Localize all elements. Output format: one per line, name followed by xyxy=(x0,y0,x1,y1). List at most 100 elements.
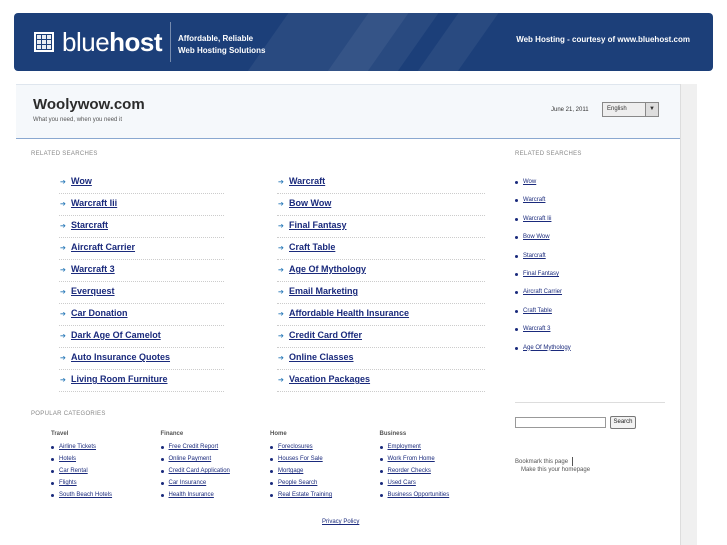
category-link[interactable]: Online Payment xyxy=(169,456,212,462)
arrow-right-icon: ➔ xyxy=(278,355,284,362)
related-search-item[interactable]: ➔ Affordable Health Insurance xyxy=(277,304,485,326)
related-search-item[interactable]: ➔ Craft Table xyxy=(277,238,485,260)
related-search-item[interactable]: ➔ Warcraft xyxy=(277,172,485,194)
sidebar-search-link[interactable]: Warcraft 3 xyxy=(523,326,550,332)
related-search-link[interactable]: Credit Card Offer xyxy=(289,330,362,340)
related-search-item[interactable]: ➔ Email Marketing xyxy=(277,282,485,304)
related-search-link[interactable]: Living Room Furniture xyxy=(71,374,168,384)
related-search-item[interactable]: ➔ Final Fantasy xyxy=(277,216,485,238)
related-search-link[interactable]: Final Fantasy xyxy=(289,220,347,230)
dropdown-arrow-icon[interactable]: ▼ xyxy=(645,103,658,116)
arrow-right-icon: ➔ xyxy=(60,201,66,208)
sidebar-search-link[interactable]: Warcraft xyxy=(523,197,545,203)
related-search-item[interactable]: ➔ Starcraft xyxy=(59,216,224,238)
arrow-right-icon: ➔ xyxy=(60,333,66,340)
related-search-link[interactable]: Vacation Packages xyxy=(289,374,370,384)
related-search-item[interactable]: ➔ Credit Card Offer xyxy=(277,326,485,348)
related-search-link[interactable]: Age Of Mythology xyxy=(289,264,366,274)
related-search-item[interactable]: ➔ Living Room Furniture xyxy=(59,370,224,392)
related-search-item[interactable]: ➔ Aircraft Carrier xyxy=(59,238,224,260)
search-input[interactable] xyxy=(515,417,606,428)
related-search-link[interactable]: Auto Insurance Quotes xyxy=(71,352,170,362)
related-search-item[interactable]: ➔ Dark Age Of Camelot xyxy=(59,326,224,348)
related-searches-heading: RELATED SEARCHES xyxy=(31,151,98,157)
category-link[interactable]: People Search xyxy=(278,480,317,486)
category-link[interactable]: Free Credit Report xyxy=(169,444,219,450)
related-search-link[interactable]: Starcraft xyxy=(71,220,108,230)
category-link[interactable]: South Beach Hotels xyxy=(59,492,112,498)
bullet-icon xyxy=(270,494,273,497)
search-button[interactable]: Search xyxy=(610,416,636,429)
sidebar-search-link[interactable]: Bow Wow xyxy=(523,234,550,240)
category-link[interactable]: Car Insurance xyxy=(169,480,207,486)
category-link[interactable]: Hotels xyxy=(59,456,76,462)
arrow-right-icon: ➔ xyxy=(60,311,66,318)
bookmark-link[interactable]: Bookmark this page xyxy=(515,457,574,466)
sidebar-divider xyxy=(515,402,665,403)
sidebar-search-link[interactable]: Aircraft Carrier xyxy=(523,289,562,295)
related-search-item[interactable]: ➔ Warcraft 3 xyxy=(59,260,224,282)
category-link[interactable]: Work From Home xyxy=(388,456,435,462)
homepage-link[interactable]: Make this your homepage xyxy=(521,467,590,473)
related-search-link[interactable]: Wow xyxy=(71,176,92,186)
category-link[interactable]: Used Cars xyxy=(388,480,416,486)
arrow-right-icon: ➔ xyxy=(60,377,66,384)
category-link[interactable]: Business Opportunities xyxy=(388,492,450,498)
scrollbar[interactable] xyxy=(680,84,697,545)
sidebar-heading: RELATED SEARCHES xyxy=(515,151,582,157)
related-search-link[interactable]: Everquest xyxy=(71,286,115,296)
bullet-icon xyxy=(160,446,164,449)
related-search-item[interactable]: ➔ Vacation Packages xyxy=(277,370,485,392)
sidebar-search-link[interactable]: Starcraft xyxy=(523,253,546,259)
category-link[interactable]: Real Estate Training xyxy=(278,492,332,498)
related-search-link[interactable]: Warcraft xyxy=(289,176,325,186)
arrow-right-icon: ➔ xyxy=(278,289,284,296)
category-link[interactable]: Mortgage xyxy=(278,468,303,474)
related-search-link[interactable]: Car Donation xyxy=(71,308,128,318)
related-search-link[interactable]: Warcraft Iii xyxy=(71,198,117,208)
date-label: June 21, 2011 xyxy=(551,107,589,113)
related-search-link[interactable]: Bow Wow xyxy=(289,198,331,208)
sidebar-search-link[interactable]: Warcraft Iii xyxy=(523,216,551,222)
logo-divider xyxy=(170,22,171,62)
related-search-item[interactable]: ➔ Age Of Mythology xyxy=(277,260,485,282)
category-link[interactable]: Reorder Checks xyxy=(388,468,431,474)
category-link[interactable]: Houses For Sale xyxy=(278,456,323,462)
related-search-link[interactable]: Email Marketing xyxy=(289,286,358,296)
related-search-link[interactable]: Warcraft 3 xyxy=(71,264,115,274)
related-search-item[interactable]: ➔ Online Classes xyxy=(277,348,485,370)
category-link[interactable]: Flights xyxy=(59,480,77,486)
related-search-item[interactable]: ➔ Warcraft Iii xyxy=(59,194,224,216)
bullet-icon xyxy=(51,494,54,497)
related-search-link[interactable]: Dark Age Of Camelot xyxy=(71,330,161,340)
category-link[interactable]: Employment xyxy=(388,444,421,450)
privacy-policy-link[interactable]: Privacy Policy xyxy=(322,519,359,525)
related-search-item[interactable]: ➔ Auto Insurance Quotes xyxy=(59,348,224,370)
category-link[interactable]: Airline Tickets xyxy=(59,444,96,450)
related-search-item[interactable]: ➔ Bow Wow xyxy=(277,194,485,216)
related-search-link[interactable]: Craft Table xyxy=(289,242,335,252)
related-search-item[interactable]: ➔ Car Donation xyxy=(59,304,224,326)
sidebar-search-link[interactable]: Age Of Mythology xyxy=(523,345,571,351)
sidebar-search-link[interactable]: Final Fantasy xyxy=(523,271,559,277)
category-link[interactable]: Foreclosures xyxy=(278,444,313,450)
category-link[interactable]: Car Rental xyxy=(59,468,88,474)
bullet-icon xyxy=(515,236,518,240)
category-link[interactable]: Health Insurance xyxy=(169,492,214,498)
related-search-link[interactable]: Aircraft Carrier xyxy=(71,242,135,252)
parked-page: Woolywow.com What you need, when you nee… xyxy=(16,84,680,545)
sidebar-search-link[interactable]: Wow xyxy=(523,179,536,185)
site-subtitle: What you need, when you need it xyxy=(33,117,123,123)
category-title: Home xyxy=(270,431,287,437)
category-link[interactable]: Credit Card Application xyxy=(169,468,230,474)
bluehost-banner[interactable]: bluehost Affordable, Reliable Web Hostin… xyxy=(14,13,713,71)
category-title: Finance xyxy=(160,431,184,437)
bluehost-logo[interactable]: bluehost xyxy=(34,28,163,56)
related-search-item[interactable]: ➔ Everquest xyxy=(59,282,224,304)
sidebar-search-link[interactable]: Craft Table xyxy=(523,308,552,314)
related-search-link[interactable]: Affordable Health Insurance xyxy=(289,308,409,318)
language-select[interactable]: English ▼ xyxy=(602,102,659,117)
related-search-link[interactable]: Online Classes xyxy=(289,352,354,362)
related-search-item[interactable]: ➔ Wow xyxy=(59,172,224,194)
arrow-right-icon: ➔ xyxy=(278,201,284,208)
